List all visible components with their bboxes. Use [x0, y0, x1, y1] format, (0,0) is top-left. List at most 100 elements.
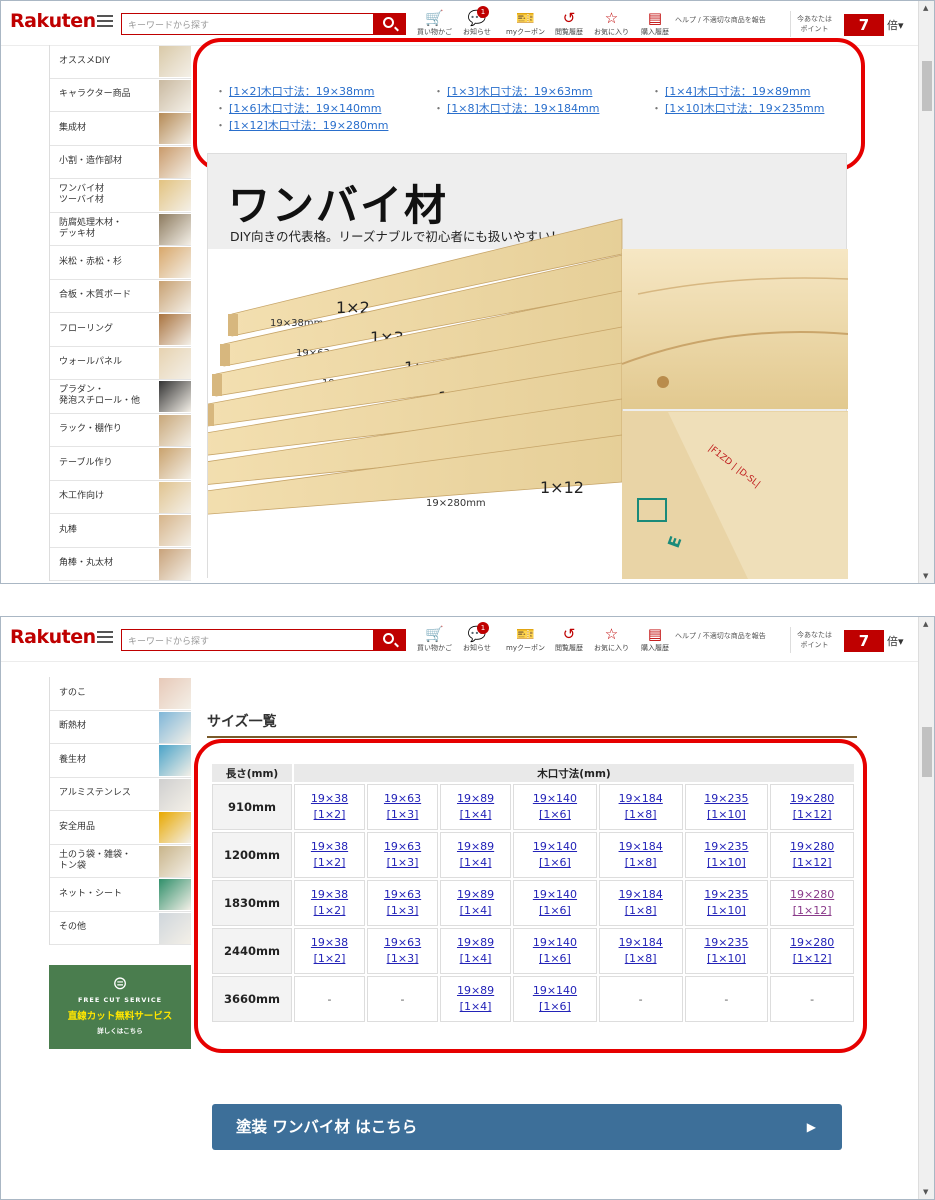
search-input[interactable]: キーワードから探す: [121, 629, 373, 651]
product-link[interactable]: 19×280 [1×12]: [790, 840, 834, 869]
sidebar-item[interactable]: 養生材: [50, 744, 191, 778]
scroll-down-icon[interactable]: ▼: [923, 1188, 928, 1196]
sidebar-item[interactable]: 防腐処理木材・ デッキ材: [50, 213, 191, 246]
menu-icon[interactable]: [97, 631, 113, 645]
menu-icon[interactable]: [97, 15, 113, 29]
scrollbar-thumb[interactable]: [922, 61, 932, 111]
product-link[interactable]: 19×235 [1×10]: [704, 888, 748, 917]
sidebar-item[interactable]: 断熱材: [50, 711, 191, 744]
size-link[interactable]: ・ [1×6]木口寸法：19×140mm: [215, 100, 381, 116]
purchase-history-link[interactable]: ▤ 購入履歴: [641, 9, 669, 37]
points-dropdown[interactable]: 倍▾: [887, 633, 904, 649]
sidebar-item[interactable]: ワンバイ材 ツーバイ材: [50, 179, 191, 213]
size-link[interactable]: ・ [1×3]木口寸法：19×63mm: [433, 83, 592, 99]
product-link[interactable]: 19×89 [1×4]: [457, 984, 494, 1013]
product-link[interactable]: 19×280 [1×12]: [790, 936, 834, 965]
rakuten-logo[interactable]: Rakuten: [10, 626, 96, 648]
product-link[interactable]: 19×38 [1×2]: [311, 840, 348, 869]
product-link[interactable]: 19×89 [1×4]: [457, 840, 494, 869]
product-link[interactable]: 19×140 [1×6]: [533, 936, 577, 965]
sidebar-item[interactable]: オススメDIY: [50, 45, 191, 79]
size-link[interactable]: ・ [1×12]木口寸法：19×280mm: [215, 117, 388, 133]
sidebar-item[interactable]: 木工作向け: [50, 481, 191, 514]
sidebar-item[interactable]: ネット・シート: [50, 878, 191, 912]
history-link[interactable]: ↺ 閲覧履歴: [555, 9, 583, 37]
sidebar-item[interactable]: 土のう袋・雑袋・ トン袋: [50, 845, 191, 878]
points-dropdown[interactable]: 倍▾: [887, 17, 904, 33]
product-link[interactable]: 19×63 [1×3]: [384, 792, 421, 821]
product-link[interactable]: 19×235 [1×10]: [704, 792, 748, 821]
notification-link[interactable]: 💬 1 お知らせ: [463, 6, 491, 37]
scrollbar[interactable]: ▲ ▼: [918, 617, 934, 1199]
sidebar-item-thumbnail: [159, 678, 191, 709]
sidebar-item[interactable]: テーブル作り: [50, 447, 191, 481]
product-link[interactable]: 19×280 [1×12]: [790, 888, 834, 917]
product-link[interactable]: 19×235 [1×10]: [704, 936, 748, 965]
size-link[interactable]: ・ [1×10]木口寸法：19×235mm: [651, 100, 824, 116]
notification-link[interactable]: 💬 1 お知らせ: [463, 622, 491, 653]
size-link[interactable]: ・ [1×8]木口寸法：19×184mm: [433, 100, 599, 116]
search-button[interactable]: [373, 13, 406, 35]
coupon-link[interactable]: 🎫 myクーポン: [506, 625, 545, 653]
scroll-down-icon[interactable]: ▼: [923, 572, 928, 580]
product-link[interactable]: 19×140 [1×6]: [533, 888, 577, 917]
product-link[interactable]: 19×63 [1×3]: [384, 888, 421, 917]
product-link[interactable]: 19×184 [1×8]: [619, 792, 663, 821]
help-link[interactable]: ヘルプ / 不適切な商品を報告: [675, 15, 766, 25]
sidebar-item[interactable]: 合板・木質ボード: [50, 280, 191, 313]
purchase-history-icon: ▤: [647, 9, 663, 27]
product-link[interactable]: 19×38 [1×2]: [311, 936, 348, 965]
rakuten-logo[interactable]: Rakuten: [10, 10, 96, 32]
product-link[interactable]: 19×280 [1×12]: [790, 792, 834, 821]
scrollbar[interactable]: ▲ ▼: [918, 1, 934, 583]
history-link[interactable]: ↺ 閲覧履歴: [555, 625, 583, 653]
product-link[interactable]: 19×89 [1×4]: [457, 792, 494, 821]
product-link[interactable]: 19×235 [1×10]: [704, 840, 748, 869]
sidebar-item[interactable]: 丸棒: [50, 514, 191, 548]
cart-link[interactable]: 🛒 買い物かご: [417, 625, 452, 653]
product-link[interactable]: 19×184 [1×8]: [619, 840, 663, 869]
favorite-link[interactable]: ☆ お気に入り: [594, 625, 629, 653]
size-link[interactable]: ・ [1×4]木口寸法：19×89mm: [651, 83, 810, 99]
favorite-link[interactable]: ☆ お気に入り: [594, 9, 629, 37]
product-link[interactable]: 19×89 [1×4]: [457, 936, 494, 965]
product-link[interactable]: 19×63 [1×3]: [384, 936, 421, 965]
cart-link[interactable]: 🛒 買い物かご: [417, 9, 452, 37]
sidebar-item[interactable]: プラダン・ 発泡スチロール・他: [50, 380, 191, 414]
painted-lumber-button[interactable]: 塗装 ワンバイ材 はこちら ▶: [212, 1104, 842, 1150]
scroll-up-icon[interactable]: ▲: [923, 4, 928, 12]
sidebar-item[interactable]: フローリング: [50, 313, 191, 347]
free-cut-banner[interactable]: ⊜ FREE CUT SERVICE 直線カット無料サービス 詳しくはこちら: [49, 965, 191, 1049]
type-text: [1×12]: [792, 904, 832, 917]
product-link[interactable]: 19×38 [1×2]: [311, 792, 348, 821]
product-link[interactable]: 19×140 [1×6]: [533, 840, 577, 869]
help-link[interactable]: ヘルプ / 不適切な商品を報告: [675, 631, 766, 641]
sidebar-item[interactable]: その他: [50, 912, 191, 945]
product-link[interactable]: 19×140 [1×6]: [533, 792, 577, 821]
scroll-up-icon[interactable]: ▲: [923, 620, 928, 628]
sidebar-item[interactable]: 安全用品: [50, 811, 191, 845]
sidebar-item[interactable]: すのこ: [50, 677, 191, 711]
sidebar-item[interactable]: 角棒・丸太材: [50, 548, 191, 581]
search-button[interactable]: [373, 629, 406, 651]
product-link[interactable]: 19×38 [1×2]: [311, 888, 348, 917]
size-link[interactable]: ・ [1×2]木口寸法：19×38mm: [215, 83, 374, 99]
product-link[interactable]: 19×140 [1×6]: [533, 984, 577, 1013]
product-link[interactable]: 19×63 [1×3]: [384, 840, 421, 869]
sidebar-item[interactable]: キャラクター商品: [50, 79, 191, 112]
product-link[interactable]: 19×89 [1×4]: [457, 888, 494, 917]
search-input[interactable]: キーワードから探す: [121, 13, 373, 35]
coupon-link[interactable]: 🎫 myクーポン: [506, 9, 545, 37]
product-link[interactable]: 19×184 [1×8]: [619, 936, 663, 965]
sidebar-item[interactable]: 小割・造作部材: [50, 146, 191, 179]
sidebar-item[interactable]: アルミステンレス: [50, 778, 191, 811]
points-multiplier[interactable]: 7: [844, 14, 884, 36]
sidebar-item[interactable]: 米松・赤松・杉: [50, 246, 191, 280]
product-link[interactable]: 19×184 [1×8]: [619, 888, 663, 917]
sidebar-item[interactable]: ウォールパネル: [50, 347, 191, 380]
sidebar-item[interactable]: 集成材: [50, 112, 191, 146]
points-multiplier[interactable]: 7: [844, 630, 884, 652]
purchase-history-link[interactable]: ▤ 購入履歴: [641, 625, 669, 653]
scrollbar-thumb[interactable]: [922, 727, 932, 777]
sidebar-item[interactable]: ラック・棚作り: [50, 414, 191, 447]
